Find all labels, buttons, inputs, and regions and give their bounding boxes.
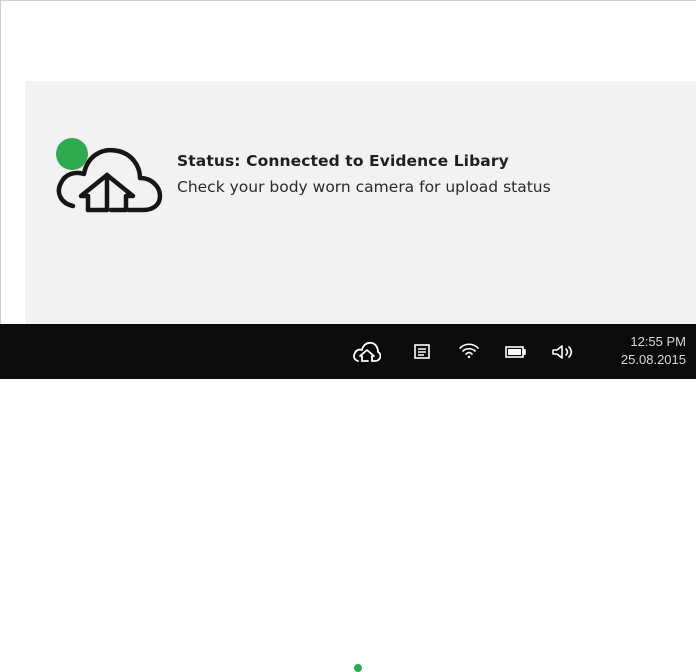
notes-tray-button[interactable]: [408, 340, 436, 364]
wifi-tray-button[interactable]: [455, 340, 483, 364]
tray-status-dot: [354, 664, 362, 672]
volume-tray-button[interactable]: [548, 340, 576, 364]
taskbar: 12:55 PM 25.08.2015: [0, 324, 696, 672]
taskbar-clock[interactable]: 12:55 PM 25.08.2015: [598, 333, 686, 369]
wifi-icon: [459, 343, 479, 359]
connection-status-dot: [56, 138, 88, 170]
notification-title: Status: Connected to Evidence Libary: [177, 152, 509, 170]
upload-status-notification[interactable]: Status: Connected to Evidence Libary Che…: [25, 81, 696, 325]
notification-message: Check your body worn camera for upload s…: [177, 178, 551, 196]
cloud-upload-icon: [353, 341, 381, 362]
notes-icon: [414, 344, 430, 359]
notification-text: Status: Connected to Evidence Libary Che…: [177, 148, 551, 200]
battery-tray-button[interactable]: [501, 340, 529, 364]
evidence-upload-tray-button[interactable]: [351, 338, 381, 366]
volume-icon: [552, 345, 573, 359]
clock-date: 25.08.2015: [620, 352, 686, 367]
clock-time: 12:55 PM: [630, 334, 686, 349]
desktop-area: Status: Connected to Evidence Libary Che…: [0, 0, 696, 379]
battery-icon: [505, 346, 526, 358]
